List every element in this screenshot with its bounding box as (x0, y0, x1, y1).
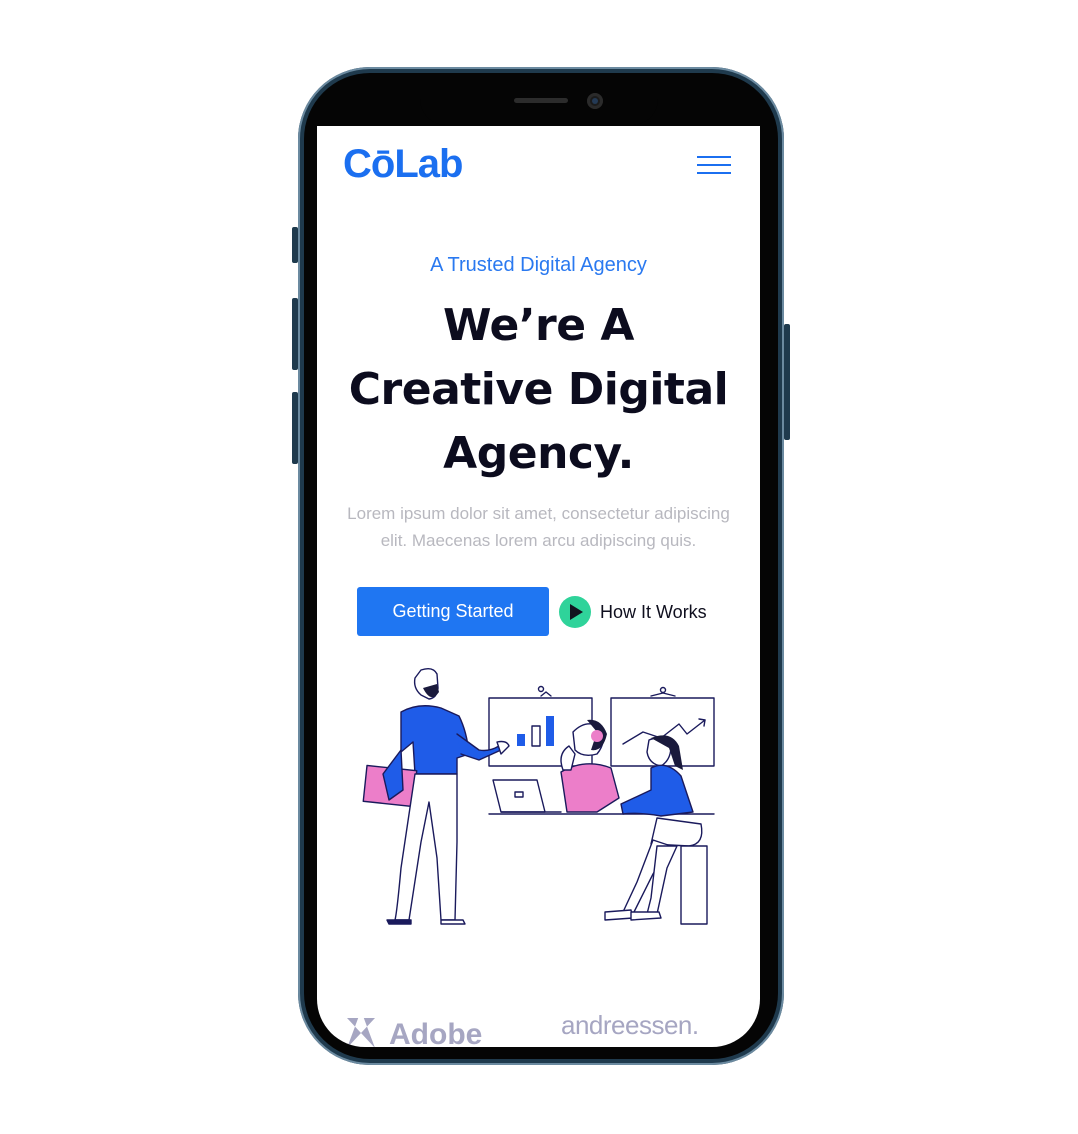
hamburger-menu-icon[interactable] (697, 152, 733, 178)
speaker-grille (514, 98, 568, 103)
power-button (784, 324, 790, 440)
headline-line-2: Creative Digital (348, 364, 729, 415)
hero-eyebrow: A Trusted Digital Agency (430, 254, 647, 276)
partner-logos: Adobe andreessen. (317, 1010, 760, 1047)
chart-bar (546, 716, 554, 746)
hero-description: Lorem ipsum dolor sit amet, consectetur … (347, 504, 730, 550)
front-camera-icon (587, 93, 603, 109)
chart-bar (531, 725, 541, 747)
colab-logo[interactable]: CōLab (343, 142, 463, 186)
hero-section: A Trusted Digital Agency We’re A Creativ… (317, 250, 760, 554)
site-header: CōLab (317, 126, 760, 206)
team-meeting-illustration (362, 667, 715, 925)
standing-man-figure (362, 667, 510, 925)
headline-line-3: Agency. (443, 428, 634, 479)
adobe-logo: Adobe (347, 1018, 482, 1047)
adobe-mark-icon (347, 1018, 375, 1047)
hero-headline: We’re A Creative Digital Agency. (317, 294, 760, 486)
chart-bar (517, 734, 525, 746)
adobe-wordmark: Adobe (389, 1018, 483, 1047)
chart-board-icon (488, 685, 593, 767)
headline-line-1: We’re A (443, 300, 634, 351)
how-it-works-link[interactable]: How It Works (559, 596, 707, 628)
how-it-works-label: How It Works (600, 601, 707, 622)
phone-screen: CōLab A Trusted Digital Agency We’re A C… (317, 126, 760, 1047)
andreessen-logo: andreessen. (561, 1010, 699, 1040)
hero-cta-row: Getting Started How It Works (357, 587, 757, 637)
getting-started-button[interactable]: Getting Started (357, 587, 549, 636)
play-icon[interactable] (559, 596, 591, 628)
laptop-icon (492, 779, 562, 813)
